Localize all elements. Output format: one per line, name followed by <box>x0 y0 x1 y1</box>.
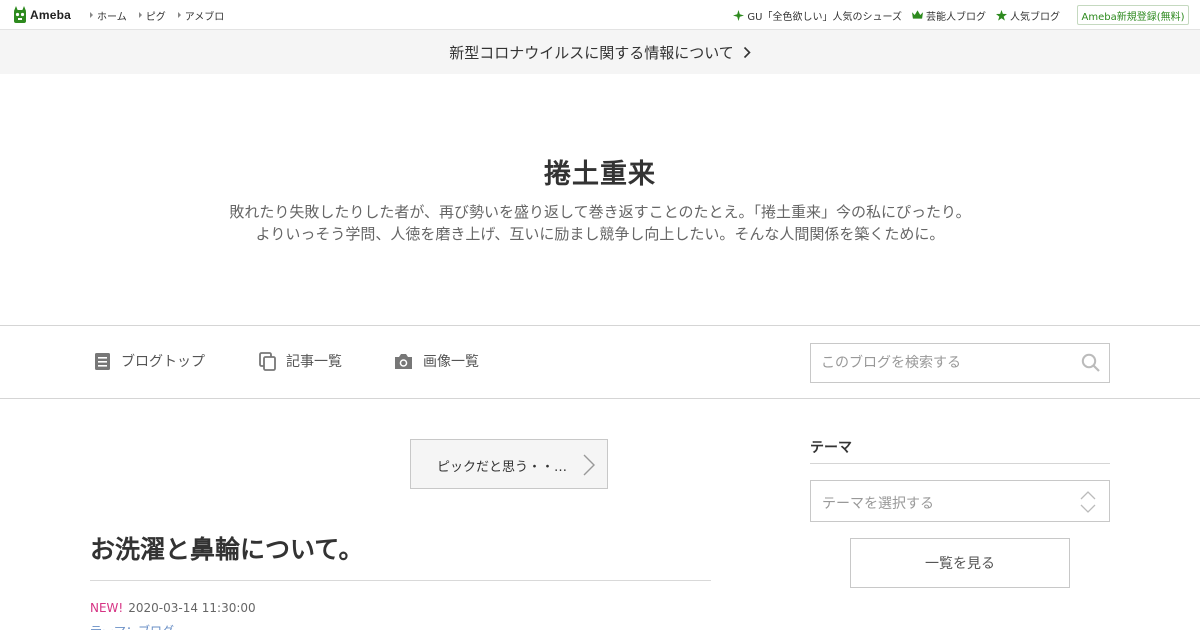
signup-button[interactable]: Ameba新規登録(無料) <box>1077 5 1189 25</box>
chevron-right-icon <box>743 46 751 58</box>
nav-pigg[interactable]: ピグ <box>138 8 166 23</box>
camera-icon <box>395 353 412 369</box>
promo-links: GU「全色欲しい」人気のシューズ 芸能人ブログ 人気ブログ <box>723 0 1060 30</box>
nav-label: ホーム <box>97 11 127 23</box>
entry-meta: NEW! 2020-03-14 11:30:00 <box>90 601 256 615</box>
nav-label: ピグ <box>145 11 166 23</box>
nav-label: 記事一覧 <box>286 354 342 370</box>
view-all-themes-button[interactable]: 一覧を見る <box>850 538 1070 588</box>
nav-label: アメブロ <box>184 11 225 23</box>
triangle-icon <box>177 12 181 18</box>
blog-description-line: よりいっそう学問、人徳を磨き上げ、互いに励まし競争し向上したい。そんな人間関係を… <box>255 225 945 243</box>
entry-date: 2020-03-14 11:30:00 <box>128 601 256 615</box>
ameba-logo[interactable]: Ameba <box>13 6 71 24</box>
promo-label: 芸能人ブログ <box>926 11 986 23</box>
search-icon[interactable] <box>1081 353 1101 373</box>
search-input[interactable] <box>811 344 1071 382</box>
promo-link-gu[interactable]: GU「全色欲しい」人気のシューズ <box>733 8 902 23</box>
prev-entry-button[interactable]: ピックだと思う・・… <box>410 439 608 489</box>
promo-label: GU「全色欲しい」人気のシューズ <box>747 11 902 23</box>
nav-image-list[interactable]: 画像一覧 <box>394 351 479 371</box>
blog-nav: ブログトップ 記事一覧 画像一覧 <box>0 325 1200 399</box>
ameba-mascot-icon <box>14 6 26 23</box>
promo-link-popular[interactable]: 人気ブログ <box>996 8 1060 23</box>
notice-label: 新型コロナウイルスに関する情報について <box>449 43 734 62</box>
chevron-right-icon <box>583 454 595 476</box>
divider <box>90 580 711 581</box>
nav-entry-list[interactable]: 記事一覧 <box>259 351 342 371</box>
covid-notice-link[interactable]: 新型コロナウイルスに関する情報について <box>0 30 1200 74</box>
entry-theme-link[interactable]: テーマ：ブログ <box>90 622 174 630</box>
nav-ameblo[interactable]: アメブロ <box>177 8 225 23</box>
blog-description: 敗れたり失敗したりした者が、再び勢いを盛り返して巻き返すことのたとえ。「捲土重来… <box>0 201 1200 245</box>
promo-link-celebrity[interactable]: 芸能人ブログ <box>912 8 986 23</box>
global-header: Ameba ホーム ピグ アメブロ GU「全色欲しい」人気のシューズ 芸能人ブロ… <box>0 0 1200 30</box>
prev-entry-label: ピックだと思う・・… <box>437 460 568 475</box>
new-badge: NEW! <box>90 601 124 615</box>
promo-label: 人気ブログ <box>1010 11 1060 23</box>
sidebar-theme-heading: テーマ <box>810 440 852 456</box>
blog-title[interactable]: 捲土重来 <box>0 152 1200 191</box>
sparkle-icon <box>733 9 745 21</box>
entry-title[interactable]: お洗濯と鼻輪について。 <box>90 530 364 566</box>
triangle-icon <box>138 12 142 18</box>
nav-label: 画像一覧 <box>423 354 479 370</box>
global-nav: ホーム ピグ アメブロ <box>90 0 236 30</box>
divider <box>810 463 1110 464</box>
theme-select[interactable]: テーマを選択する <box>810 480 1110 522</box>
up-down-chevron-icon <box>1080 491 1096 513</box>
triangle-icon <box>90 12 93 18</box>
theme-select-placeholder: テーマを選択する <box>822 496 934 512</box>
crown-icon <box>912 10 923 19</box>
nav-blog-top[interactable]: ブログトップ <box>94 351 205 371</box>
nav-home[interactable]: ホーム <box>90 8 127 23</box>
star-icon <box>996 9 1007 21</box>
blog-search <box>810 343 1110 383</box>
document-icon <box>95 352 110 370</box>
logo-text: Ameba <box>30 8 72 22</box>
blog-description-line: 敗れたり失敗したりした者が、再び勢いを盛り返して巻き返すことのたとえ。「捲土重来… <box>229 203 971 221</box>
nav-label: ブログトップ <box>121 354 205 370</box>
copy-icon <box>259 351 276 371</box>
